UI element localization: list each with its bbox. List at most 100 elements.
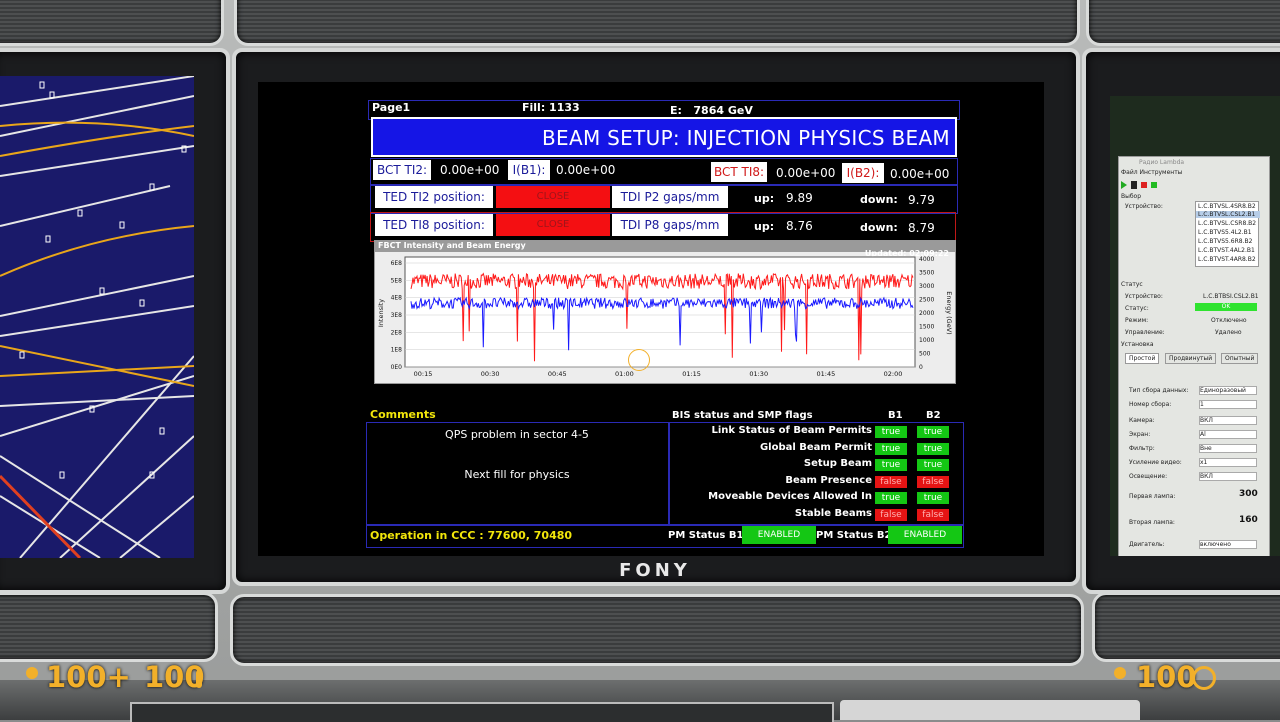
console-slot-right	[840, 700, 1140, 720]
grenade-icon	[1192, 666, 1216, 690]
comments-label: Comments	[370, 408, 436, 421]
device-item[interactable]: L.C.BTVS5.4L2.B1	[1198, 229, 1252, 236]
y-tick-label: 1E8	[391, 347, 403, 354]
hud-ammo: 100	[1136, 660, 1197, 694]
bis-flag-b1: true	[875, 442, 907, 455]
bottom-grille-right	[1092, 592, 1280, 662]
field-value[interactable]: Единоразовый	[1199, 386, 1257, 395]
tdi-p2-label: TDI P2 gaps/mm	[612, 186, 728, 208]
device-item[interactable]: L.C.BTVSL.CSR8.B2	[1198, 220, 1256, 227]
bct-ti8-label: BCT TI8:	[711, 162, 767, 182]
status-label: Статус:	[1125, 305, 1149, 312]
main-monitor-screen: Page1 Fill: 1133 E: 7864 GeV BEAM SETUP:…	[258, 82, 1044, 556]
bct-ti2-value: 0.00e+00	[440, 163, 500, 177]
bct-ti8-value: 0.00e+00	[776, 166, 836, 180]
y-tick-label: 6E8	[391, 260, 403, 267]
section-select: Выбор	[1121, 193, 1142, 200]
bct-ti2-label: BCT TI2:	[373, 160, 431, 180]
status-section: Статус	[1121, 281, 1143, 288]
motor-value[interactable]: включено	[1199, 540, 1257, 549]
console-slot-left	[130, 702, 834, 722]
field-label: Номер сбора:	[1129, 401, 1172, 408]
pm-status-b1-value: ENABLED	[742, 526, 816, 544]
setup-section: Установка	[1121, 341, 1154, 348]
lamp2-label: Вторая лампа:	[1129, 519, 1175, 526]
stop-icon[interactable]	[1141, 182, 1147, 188]
field-value[interactable]: Al	[1199, 430, 1257, 439]
control-value: Удалено	[1215, 329, 1242, 336]
mode-value: Отключено	[1211, 317, 1247, 324]
page-label: Page1	[372, 101, 411, 114]
field-value[interactable]: x1	[1199, 458, 1257, 467]
bis-flag-b2: true	[917, 442, 949, 455]
lamp1-value[interactable]: 300	[1239, 489, 1258, 499]
pause-icon[interactable]	[1131, 181, 1137, 189]
pm-status-b1-label: PM Status B1	[668, 530, 744, 541]
ted-ti8-state: CLOSE	[496, 214, 610, 236]
y-tick-label: 0E0	[391, 364, 403, 371]
field-label: Освещение:	[1129, 473, 1168, 480]
bis-flag-b1: false	[875, 475, 907, 488]
bis-row-label: Beam Presence	[785, 474, 872, 486]
tab-advanced[interactable]: Продвинутый	[1165, 353, 1217, 364]
device-item[interactable]: L.C.BTVST.4AR8.B2	[1198, 256, 1256, 263]
tab-expert[interactable]: Опытный	[1221, 353, 1259, 364]
ted-ti2-label: TED TI2 position:	[375, 186, 493, 208]
y-tick-label: 2E8	[391, 329, 403, 336]
bis-flag-b1: false	[875, 509, 907, 521]
bis-b1-header: B1	[888, 410, 903, 421]
bis-row-label: Setup Beam	[803, 458, 872, 470]
field-value[interactable]: ВКЛ	[1199, 416, 1257, 425]
ib2-value: 0.00e+00	[890, 167, 950, 181]
tdi-p8-down-label: down:	[860, 221, 898, 234]
device-item-selected[interactable]: L.C.BTVSL.CSL2.B1	[1196, 211, 1260, 218]
x-tick-label: 01:15	[682, 370, 701, 378]
bis-flag-b2: false	[917, 475, 949, 488]
y2-tick-label: 1500	[919, 324, 934, 331]
x-tick-label: 02:00	[884, 370, 903, 378]
control-label: Управление:	[1125, 329, 1165, 336]
menu-bar[interactable]: Файл Инструменты	[1121, 169, 1182, 176]
y2-tick-label: 1000	[919, 337, 934, 344]
tab-simple[interactable]: Простой	[1125, 353, 1160, 364]
x-tick-label: 01:30	[749, 370, 768, 378]
device-list[interactable]: L.C.BTVSL.4SR8.B2 L.C.BTVSL.CSL2.B1 L.C.…	[1195, 201, 1260, 267]
field-value[interactable]: 1	[1199, 400, 1257, 409]
status-device-value: L.C.BTBSI.CSL2.B1	[1203, 293, 1259, 300]
y2-tick-label: 0	[919, 364, 923, 371]
fill-number: Fill: 1133	[522, 101, 580, 114]
bottom-grille-left	[0, 592, 218, 662]
ib1-value: 0.00e+00	[556, 163, 616, 177]
y2-tick-label: 500	[919, 351, 931, 358]
tdi-p2-up-label: up:	[754, 192, 775, 205]
bottom-grille-center	[230, 594, 1084, 666]
bis-row-label: Moveable Devices Allowed In	[708, 491, 872, 503]
play-icon[interactable]	[1121, 181, 1127, 189]
device-item[interactable]: L.C.BTVS5.6R8.B2	[1198, 238, 1252, 245]
tdi-p8-up: 8.76	[786, 219, 813, 233]
top-grille-center	[234, 0, 1080, 46]
tdi-p2-down-label: down:	[860, 193, 898, 206]
bis-flag-b2: true	[917, 492, 949, 505]
comment-line-1: QPS problem in sector 4-5	[445, 428, 589, 441]
bis-flag-b2: false	[917, 509, 949, 521]
device-item[interactable]: L.C.BTVST.4AL2.B1	[1198, 247, 1255, 254]
top-grille-right	[1086, 0, 1280, 46]
pm-status-b2-value: ENABLED	[888, 526, 962, 544]
beamline-drawing	[0, 76, 194, 558]
lamp1-label: Первая лампа:	[1129, 493, 1176, 500]
motor-label: Двигатель:	[1129, 541, 1165, 548]
tdi-p8-label: TDI P8 gaps/mm	[612, 214, 728, 236]
device-item[interactable]: L.C.BTVSL.4SR8.B2	[1198, 203, 1256, 210]
hud-health: 100+	[46, 660, 131, 694]
beam-energy: E: 7864 GeV	[670, 104, 753, 117]
x-tick-label: 01:00	[615, 370, 634, 378]
monitor-brand: FONY	[619, 560, 691, 581]
pm-status-b2-label: PM Status B2	[816, 530, 892, 541]
field-value[interactable]: ВКЛ	[1199, 472, 1257, 481]
record-icon[interactable]	[1151, 182, 1157, 188]
field-value[interactable]: Вне	[1199, 444, 1257, 453]
lamp2-value[interactable]: 160	[1239, 515, 1258, 525]
ammo-icon	[1114, 667, 1126, 679]
comment-line-2: Next fill for physics	[464, 468, 570, 481]
